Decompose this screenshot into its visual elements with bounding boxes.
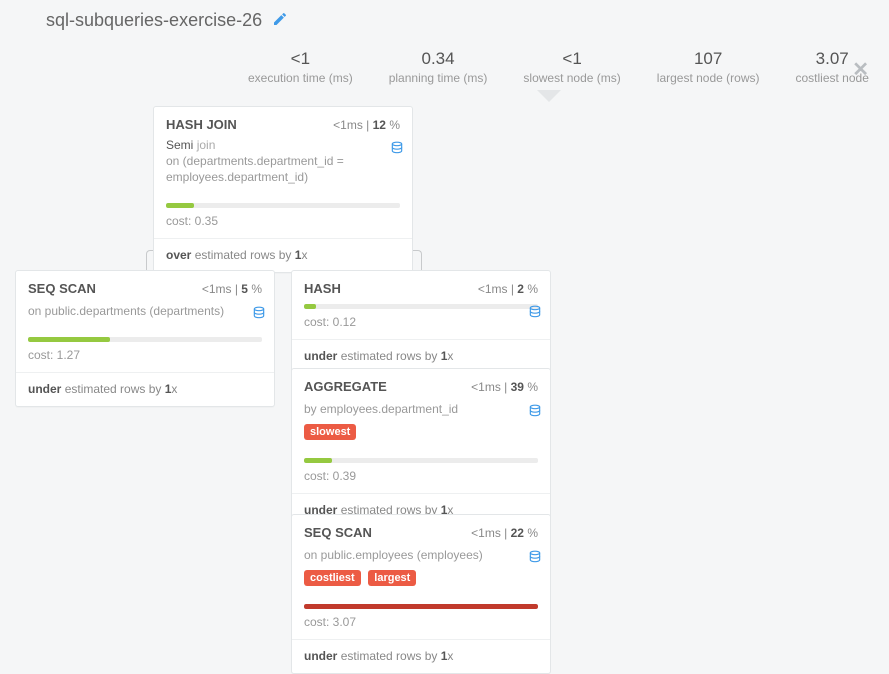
database-icon bbox=[528, 403, 542, 422]
node-stats: <1ms | 5 % bbox=[202, 282, 262, 296]
cost-value: cost: 1.27 bbox=[16, 342, 274, 373]
node-condition: by employees.department_id bbox=[304, 401, 538, 417]
node-header: HASH <1ms | 2 % bbox=[292, 271, 550, 302]
node-header: AGGREGATE <1ms | 39 % bbox=[292, 369, 550, 400]
node-header: SEQ SCAN <1ms | 5 % bbox=[16, 271, 274, 302]
cost-value: cost: 3.07 bbox=[292, 609, 550, 640]
metric-label: execution time (ms) bbox=[248, 71, 353, 85]
estimate-row: under estimated rows by 1x bbox=[16, 373, 274, 406]
edit-icon[interactable] bbox=[272, 11, 288, 30]
estimate-row: over estimated rows by 1x bbox=[154, 239, 412, 272]
plan-node-seq-scan-departments[interactable]: SEQ SCAN <1ms | 5 % on public.department… bbox=[15, 270, 275, 407]
node-type: HASH JOIN bbox=[166, 117, 237, 132]
title-bar: sql-subqueries-exercise-26 bbox=[0, 0, 889, 31]
badge-costliest: costliest bbox=[304, 570, 361, 586]
metric-label: slowest node (ms) bbox=[523, 71, 620, 85]
node-type: SEQ SCAN bbox=[28, 281, 96, 296]
plan-node-hash[interactable]: HASH <1ms | 2 % cost: 0.12 under estimat… bbox=[291, 270, 551, 374]
metrics-bar: <1 execution time (ms) 0.34 planning tim… bbox=[0, 31, 889, 85]
metric-costliest-node: 3.07 costliest node bbox=[778, 49, 887, 85]
node-stats: <1ms | 22 % bbox=[471, 526, 538, 540]
node-condition: on public.departments (departments) bbox=[28, 303, 262, 319]
page-title: sql-subqueries-exercise-26 bbox=[46, 10, 262, 31]
node-type: SEQ SCAN bbox=[304, 525, 372, 540]
node-subtext: Semi join bbox=[166, 138, 400, 152]
cost-value: cost: 0.12 bbox=[292, 309, 550, 340]
node-body bbox=[292, 302, 550, 304]
node-stats: <1ms | 12 % bbox=[333, 118, 400, 132]
database-icon bbox=[528, 549, 542, 568]
node-condition: on public.employees (employees) bbox=[304, 547, 538, 563]
node-condition: on (departments.department_id = employee… bbox=[166, 153, 400, 185]
node-body: on public.employees (employees) costlies… bbox=[292, 547, 550, 594]
node-type: AGGREGATE bbox=[304, 379, 387, 394]
node-body: by employees.department_id slowest bbox=[292, 401, 550, 448]
close-icon[interactable]: ✕ bbox=[852, 57, 869, 82]
metric-value: <1 bbox=[523, 49, 620, 69]
metric-execution-time: <1 execution time (ms) bbox=[230, 49, 371, 85]
metric-value: <1 bbox=[248, 49, 353, 69]
metric-label: largest node (rows) bbox=[657, 71, 760, 85]
estimate-row: under estimated rows by 1x bbox=[292, 640, 550, 673]
plan-canvas: HASH JOIN <1ms | 12 % Semi join on (depa… bbox=[0, 90, 889, 655]
metric-slowest-node: <1 slowest node (ms) bbox=[505, 49, 638, 85]
node-header: HASH JOIN <1ms | 12 % bbox=[154, 107, 412, 138]
metric-largest-node: 107 largest node (rows) bbox=[639, 49, 778, 85]
plan-node-seq-scan-employees[interactable]: SEQ SCAN <1ms | 22 % on public.employees… bbox=[291, 514, 551, 674]
metric-value: 107 bbox=[657, 49, 760, 69]
node-header: SEQ SCAN <1ms | 22 % bbox=[292, 515, 550, 546]
metric-value: 0.34 bbox=[389, 49, 488, 69]
metric-planning-time: 0.34 planning time (ms) bbox=[371, 49, 506, 85]
node-stats: <1ms | 2 % bbox=[478, 282, 538, 296]
plan-node-aggregate[interactable]: AGGREGATE <1ms | 39 % by employees.depar… bbox=[291, 368, 551, 528]
badge-slowest: slowest bbox=[304, 424, 356, 440]
node-body: Semi join on (departments.department_id … bbox=[154, 138, 412, 193]
badge-largest: largest bbox=[368, 570, 416, 586]
cost-value: cost: 0.39 bbox=[292, 463, 550, 494]
metric-label: planning time (ms) bbox=[389, 71, 488, 85]
node-stats: <1ms | 39 % bbox=[471, 380, 538, 394]
cost-value: cost: 0.35 bbox=[154, 208, 412, 239]
node-body: on public.departments (departments) bbox=[16, 303, 274, 327]
database-icon bbox=[528, 304, 542, 323]
badges: slowest bbox=[304, 423, 538, 440]
node-type: HASH bbox=[304, 281, 341, 296]
plan-node-hash-join[interactable]: HASH JOIN <1ms | 12 % Semi join on (depa… bbox=[153, 106, 413, 273]
database-icon bbox=[390, 140, 404, 159]
database-icon bbox=[252, 305, 266, 324]
badges: costliest largest bbox=[304, 569, 538, 586]
